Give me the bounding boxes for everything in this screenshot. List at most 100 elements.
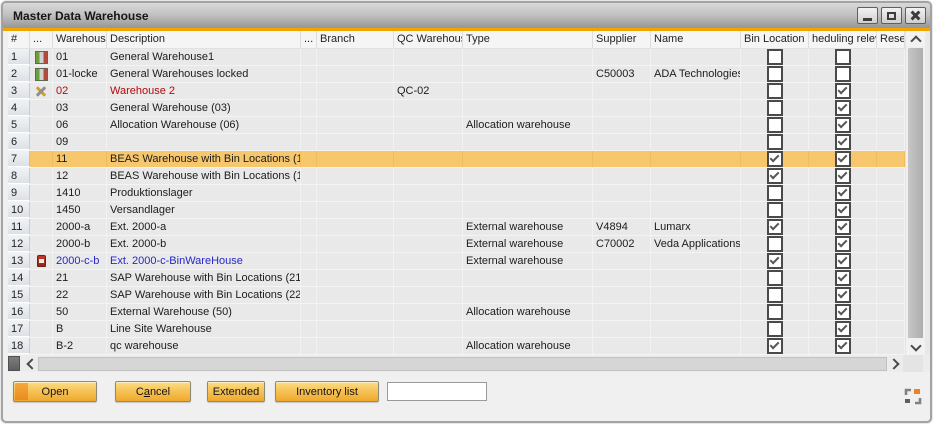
bin-location-checkbox[interactable]	[767, 168, 783, 184]
bin-location-checkbox[interactable]	[767, 151, 783, 167]
row-number[interactable]: 11	[8, 219, 30, 235]
column-header-num[interactable]: #	[8, 31, 30, 48]
minimize-button[interactable]	[857, 7, 878, 24]
row-number[interactable]: 13	[8, 253, 30, 269]
bin-location-checkbox[interactable]	[767, 185, 783, 201]
scheduling-relevant-checkbox[interactable]	[835, 304, 851, 320]
footer-text-input[interactable]	[387, 382, 487, 401]
scheduling-relevant-checkbox[interactable]	[835, 83, 851, 99]
scheduling-relevant-checkbox[interactable]	[835, 236, 851, 252]
open-button[interactable]: Open	[13, 381, 97, 402]
vertical-scrollbar-thumb[interactable]	[908, 48, 923, 338]
scheduling-relevant-checkbox[interactable]	[835, 338, 851, 354]
maximize-button[interactable]	[881, 7, 902, 24]
scheduling-relevant-checkbox[interactable]	[835, 151, 851, 167]
row-number[interactable]: 17	[8, 321, 30, 337]
row-number[interactable]: 9	[8, 185, 30, 201]
row-number[interactable]: 8	[8, 168, 30, 184]
bin-location-checkbox[interactable]	[767, 202, 783, 218]
bin-location-checkbox[interactable]	[767, 287, 783, 303]
row-number[interactable]: 5	[8, 117, 30, 133]
bin-location-checkbox[interactable]	[767, 66, 783, 82]
vertical-scrollbar[interactable]	[905, 31, 925, 355]
row-number[interactable]: 10	[8, 202, 30, 218]
row-number[interactable]: 2	[8, 66, 30, 82]
row-number[interactable]: 18	[8, 338, 30, 354]
scheduling-relevant-checkbox[interactable]	[835, 134, 851, 150]
table-row[interactable]: 201-lockeGeneral Warehouses lockedC50003…	[8, 66, 905, 83]
column-header-name[interactable]: Name	[651, 31, 741, 48]
scroll-down-button[interactable]	[906, 339, 925, 355]
row-number[interactable]: 16	[8, 304, 30, 320]
bin-location-checkbox[interactable]	[767, 270, 783, 286]
bin-location-checkbox[interactable]	[767, 134, 783, 150]
scroll-right-button[interactable]	[887, 356, 903, 371]
bin-location-checkbox[interactable]	[767, 304, 783, 320]
bin-location-checkbox[interactable]	[767, 117, 783, 133]
row-number[interactable]: 12	[8, 236, 30, 252]
table-row[interactable]: 403General Warehouse (03)	[8, 100, 905, 117]
table-row[interactable]: 711BEAS Warehouse with Bin Locations (11…	[8, 151, 905, 168]
table-row[interactable]: 1650External Warehouse (50)Allocation wa…	[8, 304, 905, 321]
bin-location-checkbox[interactable]	[767, 338, 783, 354]
scroll-up-button[interactable]	[906, 31, 925, 47]
column-header-dots[interactable]: ...	[301, 31, 317, 48]
table-row[interactable]: 1522SAP Warehouse with Bin Locations (22…	[8, 287, 905, 304]
column-header-sched[interactable]: heduling releva	[809, 31, 877, 48]
column-header-description[interactable]: Description	[107, 31, 301, 48]
scheduling-relevant-checkbox[interactable]	[835, 321, 851, 337]
inventory-list-button[interactable]: Inventory list	[275, 381, 379, 402]
row-number[interactable]: 1	[8, 49, 30, 65]
row-number[interactable]: 4	[8, 100, 30, 116]
row-number[interactable]: 15	[8, 287, 30, 303]
scheduling-relevant-checkbox[interactable]	[835, 253, 851, 269]
column-header-rese[interactable]: Rese	[877, 31, 905, 48]
table-row[interactable]: 18B-2qc warehouseAllocation warehouse	[8, 338, 905, 355]
column-header-branch[interactable]: Branch	[317, 31, 394, 48]
column-header-icon[interactable]: ...	[30, 31, 53, 48]
scrollbar-splitter-handle[interactable]	[8, 356, 20, 371]
table-row[interactable]: 122000-bExt. 2000-bExternal warehouseC70…	[8, 236, 905, 253]
scheduling-relevant-checkbox[interactable]	[835, 219, 851, 235]
title-bar[interactable]: Master Data Warehouse	[3, 3, 930, 28]
bin-location-checkbox[interactable]	[767, 219, 783, 235]
close-button[interactable]	[905, 7, 926, 24]
table-row[interactable]: 112000-aExt. 2000-aExternal warehouseV48…	[8, 219, 905, 236]
scheduling-relevant-checkbox[interactable]	[835, 49, 851, 65]
scheduling-relevant-checkbox[interactable]	[835, 100, 851, 116]
column-header-type[interactable]: Type	[463, 31, 593, 48]
scheduling-relevant-checkbox[interactable]	[835, 117, 851, 133]
table-row[interactable]: 609	[8, 134, 905, 151]
table-row[interactable]: 132000-c-bExt. 2000-c-BinWareHouseExtern…	[8, 253, 905, 270]
scheduling-relevant-checkbox[interactable]	[835, 287, 851, 303]
bin-location-checkbox[interactable]	[767, 253, 783, 269]
table-row[interactable]: 506Allocation Warehouse (06)Allocation w…	[8, 117, 905, 134]
row-number[interactable]: 7	[8, 151, 30, 167]
column-header-warehouse[interactable]: Warehouse	[53, 31, 107, 48]
bin-location-checkbox[interactable]	[767, 49, 783, 65]
horizontal-scrollbar[interactable]	[38, 357, 887, 371]
scheduling-relevant-checkbox[interactable]	[835, 185, 851, 201]
bin-location-checkbox[interactable]	[767, 236, 783, 252]
scheduling-relevant-checkbox[interactable]	[835, 168, 851, 184]
bin-location-checkbox[interactable]	[767, 83, 783, 99]
table-row[interactable]: 812BEAS Warehouse with Bin Locations (12…	[8, 168, 905, 185]
column-header-qc[interactable]: QC Warehouse	[394, 31, 463, 48]
scheduling-relevant-checkbox[interactable]	[835, 66, 851, 82]
table-row[interactable]: 1421SAP Warehouse with Bin Locations (21…	[8, 270, 905, 287]
bin-location-checkbox[interactable]	[767, 100, 783, 116]
row-number[interactable]: 14	[8, 270, 30, 286]
table-row[interactable]: 17BLine Site Warehouse	[8, 321, 905, 338]
table-row[interactable]: 101General Warehouse1	[8, 49, 905, 66]
row-number[interactable]: 3	[8, 83, 30, 99]
column-header-supplier[interactable]: Supplier	[593, 31, 651, 48]
bin-location-checkbox[interactable]	[767, 321, 783, 337]
cancel-button[interactable]: Cancel	[115, 381, 191, 402]
scheduling-relevant-checkbox[interactable]	[835, 202, 851, 218]
table-row[interactable]: 302Warehouse 2QC-02	[8, 83, 905, 100]
row-number[interactable]: 6	[8, 134, 30, 150]
scroll-left-button[interactable]	[22, 356, 38, 371]
scheduling-relevant-checkbox[interactable]	[835, 270, 851, 286]
column-header-bin[interactable]: Bin Location	[741, 31, 809, 48]
expand-button[interactable]	[904, 388, 922, 410]
